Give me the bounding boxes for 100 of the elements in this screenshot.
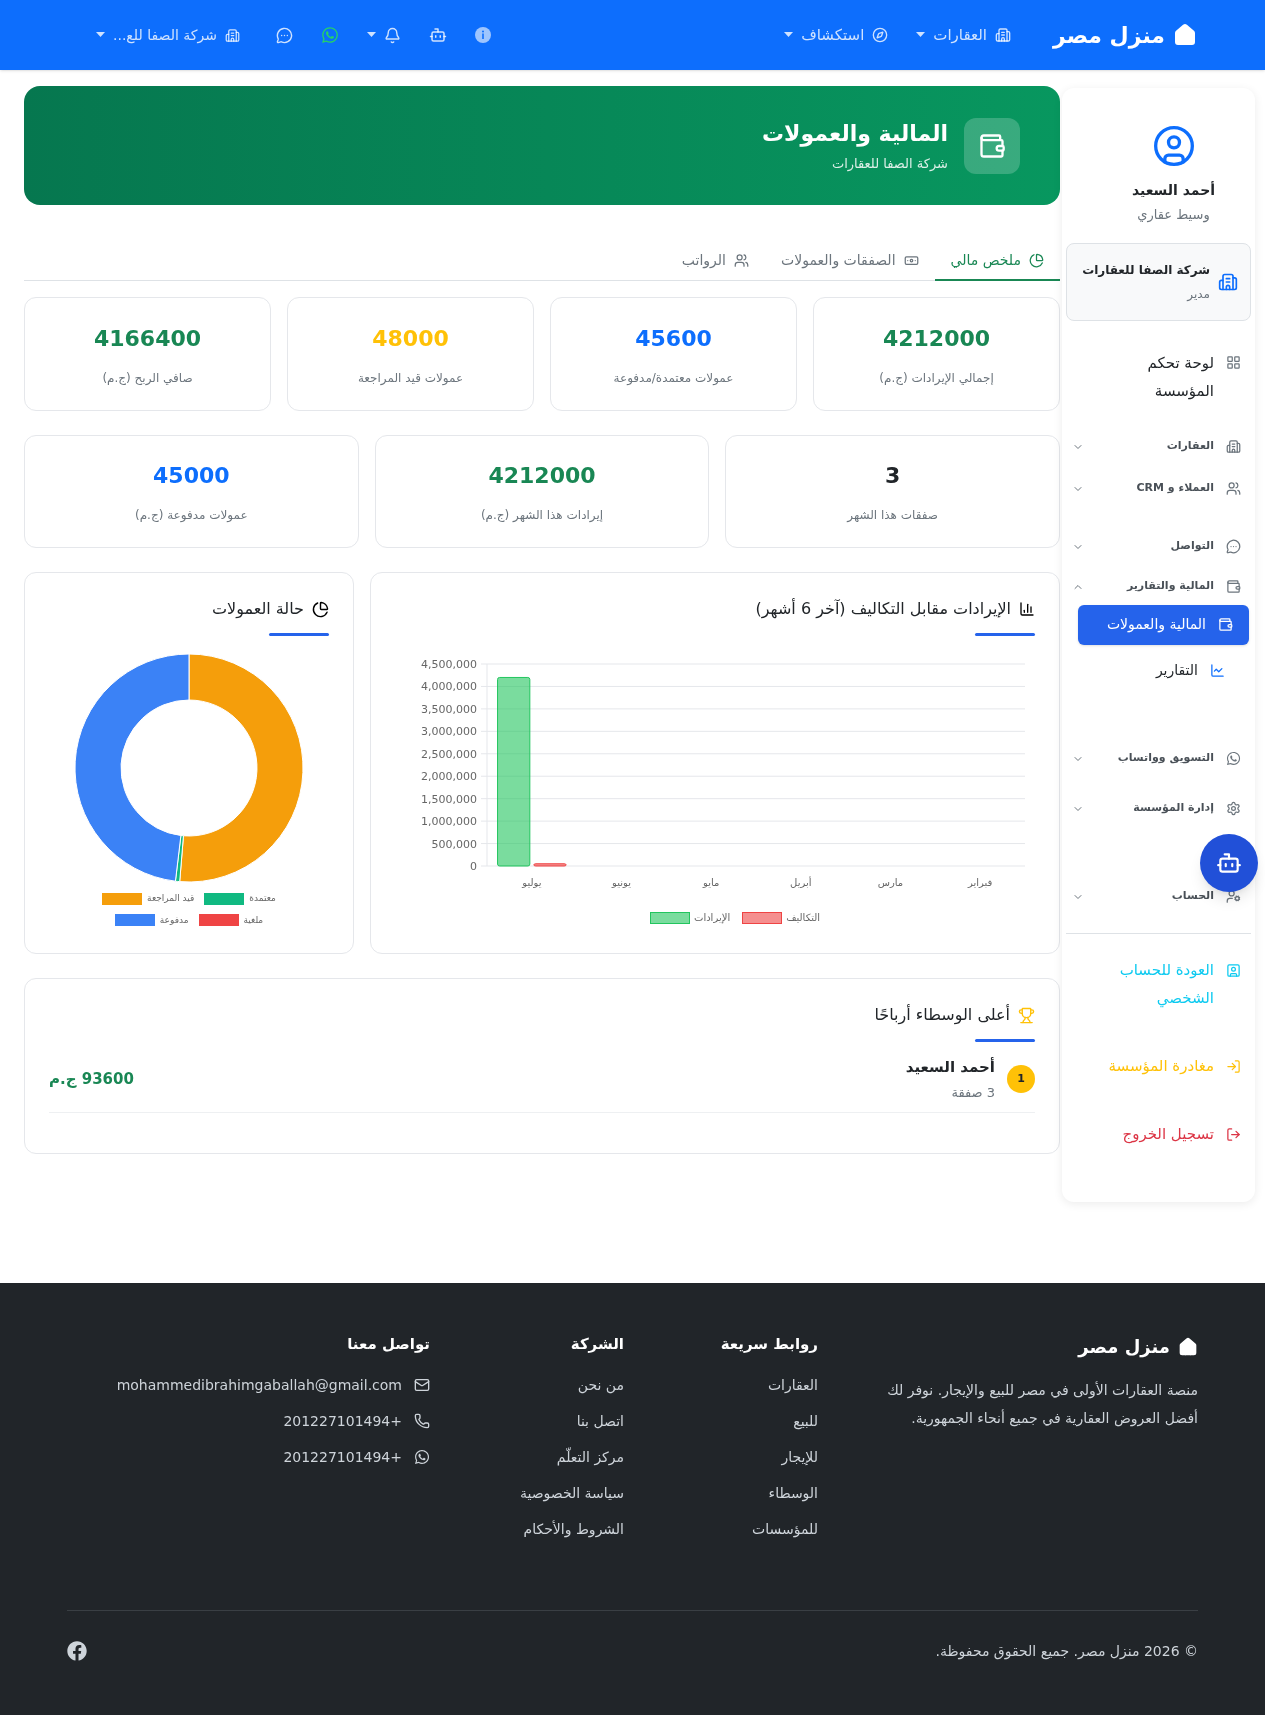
caret-icon: [96, 32, 105, 38]
stat-value: 4166400: [93, 324, 202, 353]
whatsapp-icon: [1226, 751, 1241, 766]
grid-icon: [1226, 354, 1241, 370]
sidebar-subitem[interactable]: التقارير: [1072, 650, 1241, 691]
id-badge-icon: [1226, 962, 1241, 978]
axis-label: مايو: [703, 877, 720, 888]
legend-label: قيد المراجعة: [147, 892, 195, 905]
footer-heading: روابط سريعة: [719, 1334, 818, 1355]
page-title: المالية والعمولات: [762, 120, 948, 149]
footer-link[interactable]: مركز التعلّم: [474, 1445, 624, 1468]
stat-label: صفقات هذا الشهر: [847, 507, 939, 524]
axis-label: 0: [470, 860, 477, 873]
wallet-icon: [1226, 579, 1241, 594]
chat-icon: [1226, 539, 1241, 554]
sidebar-subitem[interactable]: المالية والعمولات: [1078, 604, 1249, 645]
caret-icon: [784, 32, 794, 38]
axis-label: 500,000: [431, 837, 477, 851]
enter-icon: [1226, 1058, 1241, 1074]
sidebar-group[interactable]: التواصل: [1072, 532, 1241, 561]
sidebar-group[interactable]: العملاء و CRM: [1072, 474, 1241, 503]
rank-badge: 1: [1007, 1065, 1035, 1093]
sidebar-link[interactable]: لوحة تحكم المؤسسة: [1072, 348, 1241, 405]
user-name: أحمد السعيد: [1131, 180, 1216, 200]
axis-label: 1,000,000: [421, 815, 477, 829]
stat-label: إجمالي الإيرادات (ج.م): [879, 369, 994, 387]
footer-link[interactable]: الوسطاء: [668, 1481, 818, 1504]
legend-label: التكاليف: [786, 911, 820, 925]
tab[interactable]: الرواتب: [665, 241, 765, 281]
robot-icon[interactable]: [428, 26, 447, 44]
footer-link[interactable]: للإيجار: [668, 1445, 818, 1468]
footer-brand: منزل مصر: [1078, 1335, 1170, 1360]
chat-icon[interactable]: [275, 26, 293, 44]
footer-heading: الشركة: [569, 1334, 624, 1355]
sidebar-group[interactable]: التسويق وواتساب: [1072, 744, 1241, 773]
bar-chart-icon: [1019, 601, 1035, 617]
info-icon[interactable]: [474, 27, 491, 43]
sidebar-group[interactable]: الحساب: [1072, 882, 1241, 911]
users-icon: [1226, 481, 1241, 496]
building-icon: [1218, 271, 1238, 292]
tab[interactable]: ملخص مالي: [934, 241, 1060, 281]
sidebar-group[interactable]: المالية والتقارير: [1072, 572, 1241, 601]
stat-value: 45600: [635, 324, 712, 353]
contact-text: 201227101494+: [283, 1411, 402, 1431]
sidebar-group[interactable]: العقارات: [1072, 432, 1241, 461]
user-role: وسيط عقاري: [1137, 206, 1210, 225]
legend-label: مدفوعة: [159, 913, 189, 927]
building-icon: [994, 27, 1011, 43]
nav-link[interactable]: العقارات: [916, 23, 1011, 47]
company-card[interactable]: شركة الصفا للعقارات مدير: [1066, 242, 1251, 321]
whatsapp-icon: [414, 1448, 430, 1465]
caret-icon: [366, 32, 376, 38]
card-title: الإيرادات مقابل التكاليف (آخر 6 أشهر): [755, 597, 1011, 621]
brand-name[interactable]: منزل مصر: [1052, 18, 1165, 52]
users-icon: [734, 252, 749, 268]
stat-value: 4212000: [488, 462, 596, 490]
axis-label: 3,500,000: [421, 702, 477, 716]
footer-heading: تواصل معنا: [346, 1334, 430, 1355]
footer-link[interactable]: الشروط والأحكام: [474, 1517, 624, 1540]
tab[interactable]: الصفقات والعمولات: [765, 241, 935, 281]
axis-label: 4,000,000: [421, 680, 477, 694]
building-icon: [224, 27, 240, 43]
footer-link[interactable]: اتصل بنا: [474, 1409, 624, 1432]
phone-icon: [414, 1412, 430, 1429]
company-role: مدير: [1185, 285, 1210, 303]
home-icon: [1178, 1336, 1198, 1357]
company-menu[interactable]: شركة الصفا للع...: [96, 24, 240, 46]
facebook-icon[interactable]: [67, 1641, 87, 1661]
axis-label: أبريل: [790, 877, 812, 888]
chart-bar: [533, 863, 567, 867]
stat-label: صافي الربح (ج.م): [102, 369, 193, 387]
axis-label: 1,500,000: [421, 792, 477, 806]
legend-label: ملغية: [243, 913, 264, 927]
footer-link[interactable]: للبيع: [668, 1409, 818, 1432]
copyright-text: © 2026 منزل مصر. جميع الحقوق محفوظة.: [935, 1641, 1198, 1662]
legend-label: معتمدة: [249, 892, 276, 905]
footer-description: منصة العقارات الأولى في مصر للبيع والإيجار. نوفر لك أفضل العروض العقارية في جميع أنحاء الجمهورية.: [886, 1380, 1198, 1429]
mail-icon: [414, 1376, 430, 1393]
company-name: شركة الصفا للعقارات: [1082, 261, 1210, 279]
broker-deals: 3 صفقة: [950, 1083, 995, 1102]
home-icon: [1173, 23, 1197, 47]
caret-icon: [916, 32, 926, 38]
sidebar-action[interactable]: تسجيل الخروج: [1074, 1119, 1241, 1148]
compass-icon: [872, 27, 889, 43]
nav-link[interactable]: استكشاف: [784, 23, 889, 47]
broker-amount: 93600 ج.م: [49, 1068, 134, 1090]
bell-icon[interactable]: [383, 26, 401, 44]
footer-link[interactable]: العقارات: [668, 1373, 818, 1396]
page-subtitle: شركة الصفا للعقارات: [830, 155, 948, 174]
sidebar-group[interactable]: إدارة المؤسسة: [1072, 794, 1241, 823]
footer-link[interactable]: من نحن: [474, 1373, 624, 1396]
footer-link[interactable]: للمؤسسات: [668, 1517, 818, 1540]
whatsapp-icon[interactable]: [320, 26, 339, 44]
avatar-icon: [1151, 124, 1196, 168]
footer-link[interactable]: سياسة الخصوصية: [474, 1481, 624, 1504]
stat-value: 48000: [372, 324, 449, 353]
stat-value: 3: [885, 462, 901, 490]
axis-label: 2,500,000: [421, 747, 477, 761]
stat-label: عمولات معتمدة/مدفوعة: [613, 369, 734, 387]
axis-label: مارس: [877, 877, 904, 888]
